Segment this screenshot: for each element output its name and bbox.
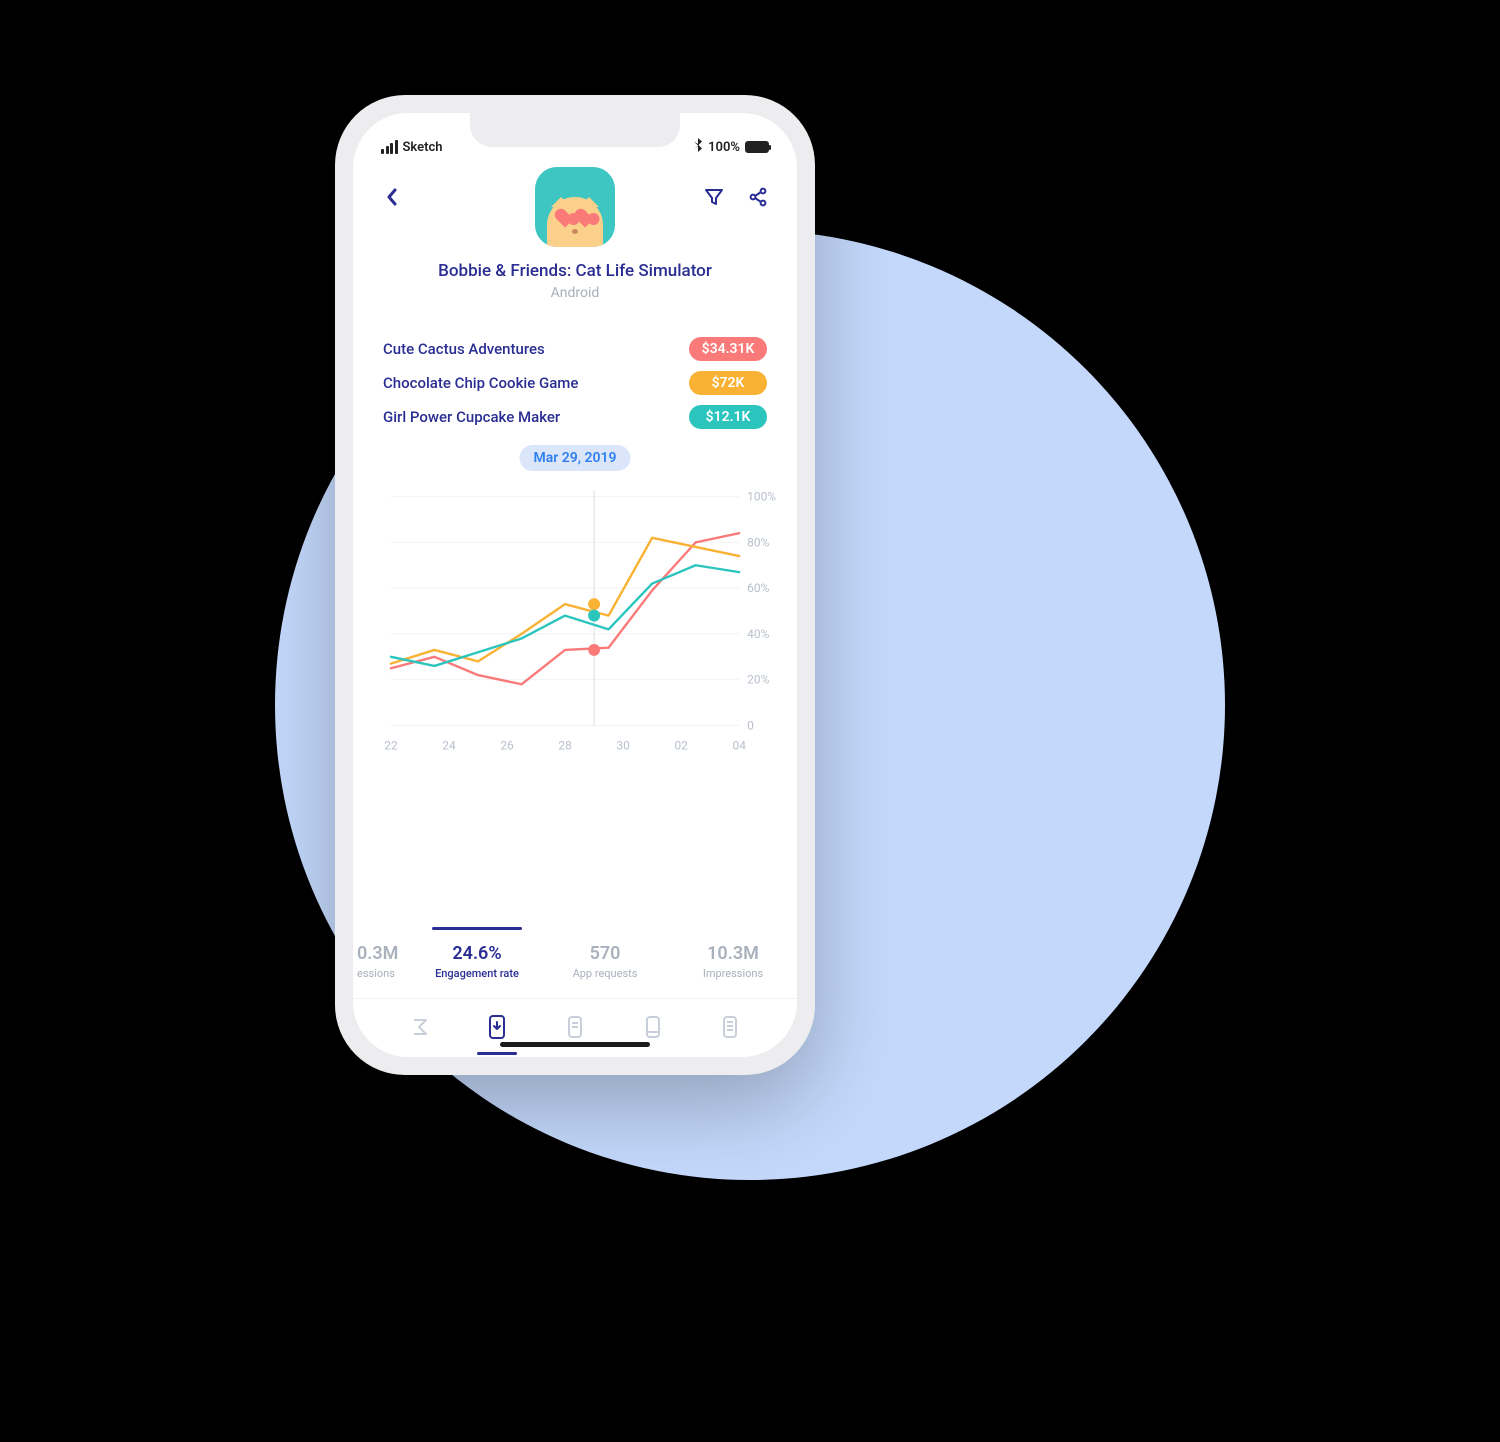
signal-icon <box>381 140 398 154</box>
legend-label: Cute Cactus Adventures <box>383 340 545 358</box>
home-indicator[interactable] <box>500 1042 650 1047</box>
metric-label: essions <box>357 967 409 980</box>
metric-tab[interactable]: 10.3M Impressions <box>669 929 797 998</box>
app-icon[interactable] <box>535 167 615 247</box>
svg-text:40%: 40% <box>747 627 769 641</box>
tab-device-1[interactable] <box>563 1015 587 1043</box>
phone-frame: Sketch 100% <box>335 95 815 1075</box>
svg-text:80%: 80% <box>747 535 769 549</box>
svg-text:0: 0 <box>747 718 754 732</box>
tab-phone-down[interactable] <box>485 1015 509 1043</box>
legend-label: Chocolate Chip Cookie Game <box>383 374 578 392</box>
legend-value-badge: $34.31K <box>689 337 767 361</box>
svg-text:02: 02 <box>674 738 688 752</box>
metric-label: App requests <box>545 967 665 980</box>
back-button[interactable] <box>381 186 403 208</box>
app-platform: Android <box>373 285 777 301</box>
battery-icon <box>745 141 769 153</box>
svg-text:30: 30 <box>616 738 630 752</box>
svg-text:60%: 60% <box>747 581 769 595</box>
metric-value: 10.3M <box>673 943 793 964</box>
device-3-icon <box>721 1015 739 1043</box>
tab-sigma[interactable] <box>408 1015 432 1043</box>
svg-text:20%: 20% <box>747 673 769 687</box>
metric-tab[interactable]: 0.3M essions <box>353 929 413 998</box>
svg-text:28: 28 <box>558 738 572 752</box>
svg-text:24: 24 <box>442 738 456 752</box>
chart-date-pill[interactable]: Mar 29, 2019 <box>519 445 630 471</box>
metric-label: Impressions <box>673 967 793 980</box>
metric-value: 0.3M <box>357 943 409 964</box>
metric-tab[interactable]: 24.6% Engagement rate <box>413 929 541 998</box>
legend-row[interactable]: Chocolate Chip Cookie Game $72K <box>383 371 767 395</box>
carrier-label: Sketch <box>403 140 443 155</box>
app-title: Bobbie & Friends: Cat Life Simulator <box>373 261 777 281</box>
device-2-icon <box>644 1015 662 1043</box>
svg-text:04: 04 <box>732 738 746 752</box>
metric-label: Engagement rate <box>417 967 537 980</box>
device-1-icon <box>566 1015 584 1043</box>
legend-value-badge: $12.1K <box>689 405 767 429</box>
legend-row[interactable]: Girl Power Cupcake Maker $12.1K <box>383 405 767 429</box>
metric-value: 24.6% <box>417 943 537 964</box>
metric-value: 570 <box>545 943 665 964</box>
sigma-icon <box>409 1016 431 1042</box>
svg-text:22: 22 <box>384 738 398 752</box>
app-header: Bobbie & Friends: Cat Life Simulator And… <box>353 217 797 309</box>
legend-row[interactable]: Cute Cactus Adventures $34.31K <box>383 337 767 361</box>
bluetooth-icon <box>693 138 703 156</box>
battery-pct: 100% <box>708 140 740 155</box>
svg-text:100%: 100% <box>747 490 776 504</box>
filter-button[interactable] <box>703 186 725 208</box>
tab-device-3[interactable] <box>718 1015 742 1043</box>
chart: Mar 29, 2019 0 20% 40% 60% 80% 100% 22 24 26 28 30… <box>353 443 797 775</box>
svg-text:26: 26 <box>500 738 514 752</box>
share-button[interactable] <box>747 186 769 208</box>
phone-screen: Sketch 100% <box>353 113 797 1057</box>
legend: Cute Cactus Adventures $34.31K Chocolate… <box>353 309 797 443</box>
phone-down-icon <box>488 1014 506 1044</box>
tab-bar <box>353 998 797 1057</box>
tab-device-2[interactable] <box>641 1015 665 1043</box>
line-chart-svg[interactable]: 0 20% 40% 60% 80% 100% 22 24 26 28 30 02 04 <box>381 461 779 771</box>
metrics-row: 0.3M essions24.6% Engagement rate570 App… <box>353 919 797 998</box>
legend-value-badge: $72K <box>689 371 767 395</box>
legend-label: Girl Power Cupcake Maker <box>383 408 560 426</box>
metric-tab[interactable]: 570 App requests <box>541 929 669 998</box>
notch <box>470 113 680 147</box>
